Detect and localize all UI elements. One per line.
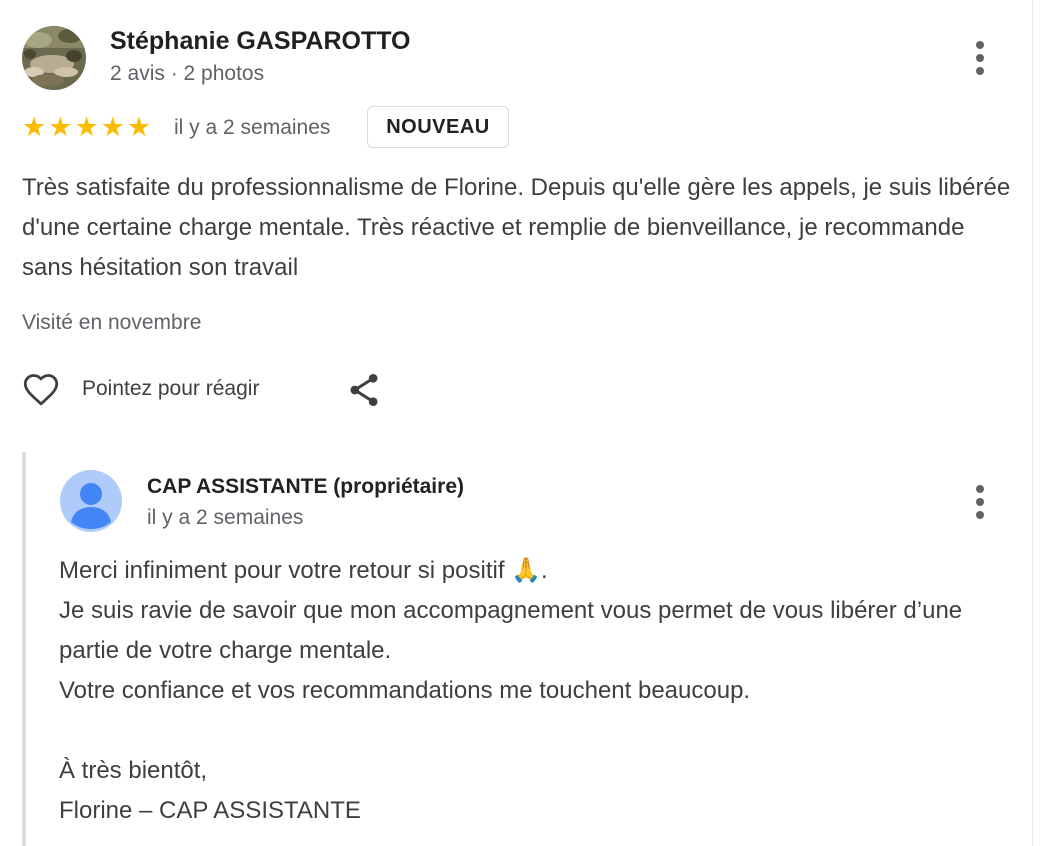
react-button[interactable]: Pointez pour réagir (20, 368, 259, 410)
reviewer-meta: 2 avis · 2 photos (110, 62, 265, 85)
share-icon (350, 374, 378, 406)
more-vert-icon-dot (976, 498, 984, 506)
owner-reply-text: Merci infiniment pour votre retour si po… (59, 551, 1009, 831)
reply-line: Florine – CAP ASSISTANTE (59, 797, 361, 824)
star-rating: ★ ★ ★ ★ ★ (22, 112, 151, 142)
review-more-options-button[interactable] (965, 36, 995, 80)
person-icon (60, 470, 122, 532)
review-text: Très satisfaite du professionnalisme de … (22, 174, 1011, 281)
more-vert-icon (976, 485, 984, 493)
reply-line: À très bientôt, (59, 757, 208, 784)
reply-more-options-button[interactable] (965, 480, 995, 524)
reviewer-avatar[interactable] (22, 26, 86, 90)
more-vert-icon (976, 41, 984, 49)
reply-line: Je suis ravie de savoir que mon accompag… (59, 597, 963, 664)
reviewer-photo-image (22, 26, 86, 90)
star-icon: ★ (48, 112, 73, 142)
star-icon: ★ (74, 112, 99, 142)
heart-outline-icon (23, 374, 59, 406)
star-icon: ★ (126, 112, 152, 142)
more-vert-icon-dot (976, 54, 984, 62)
react-label: Pointez pour réagir (82, 377, 260, 400)
review-time: il y a 2 semaines (174, 116, 331, 139)
star-icon: ★ (100, 112, 125, 142)
reply-line (59, 711, 1009, 751)
owner-avatar (60, 470, 122, 532)
reply-line: Votre confiance et vos recommandations m… (59, 677, 751, 704)
star-icon: ★ (22, 112, 47, 142)
visit-date: Visité en novembre (22, 311, 202, 334)
more-vert-icon-dot (976, 511, 984, 519)
share-button[interactable] (344, 370, 384, 410)
card-edge-divider (1032, 0, 1033, 846)
owner-reply-time: il y a 2 semaines (147, 506, 304, 529)
more-vert-icon-dot (976, 67, 984, 75)
reply-indent-bar (22, 452, 26, 846)
owner-name: CAP ASSISTANTE (propriétaire) (147, 475, 464, 498)
reviewer-name[interactable]: Stéphanie GASPAROTTO (110, 27, 411, 56)
reply-line: Merci infiniment pour votre retour si po… (59, 557, 548, 584)
new-badge: NOUVEAU (367, 106, 509, 148)
